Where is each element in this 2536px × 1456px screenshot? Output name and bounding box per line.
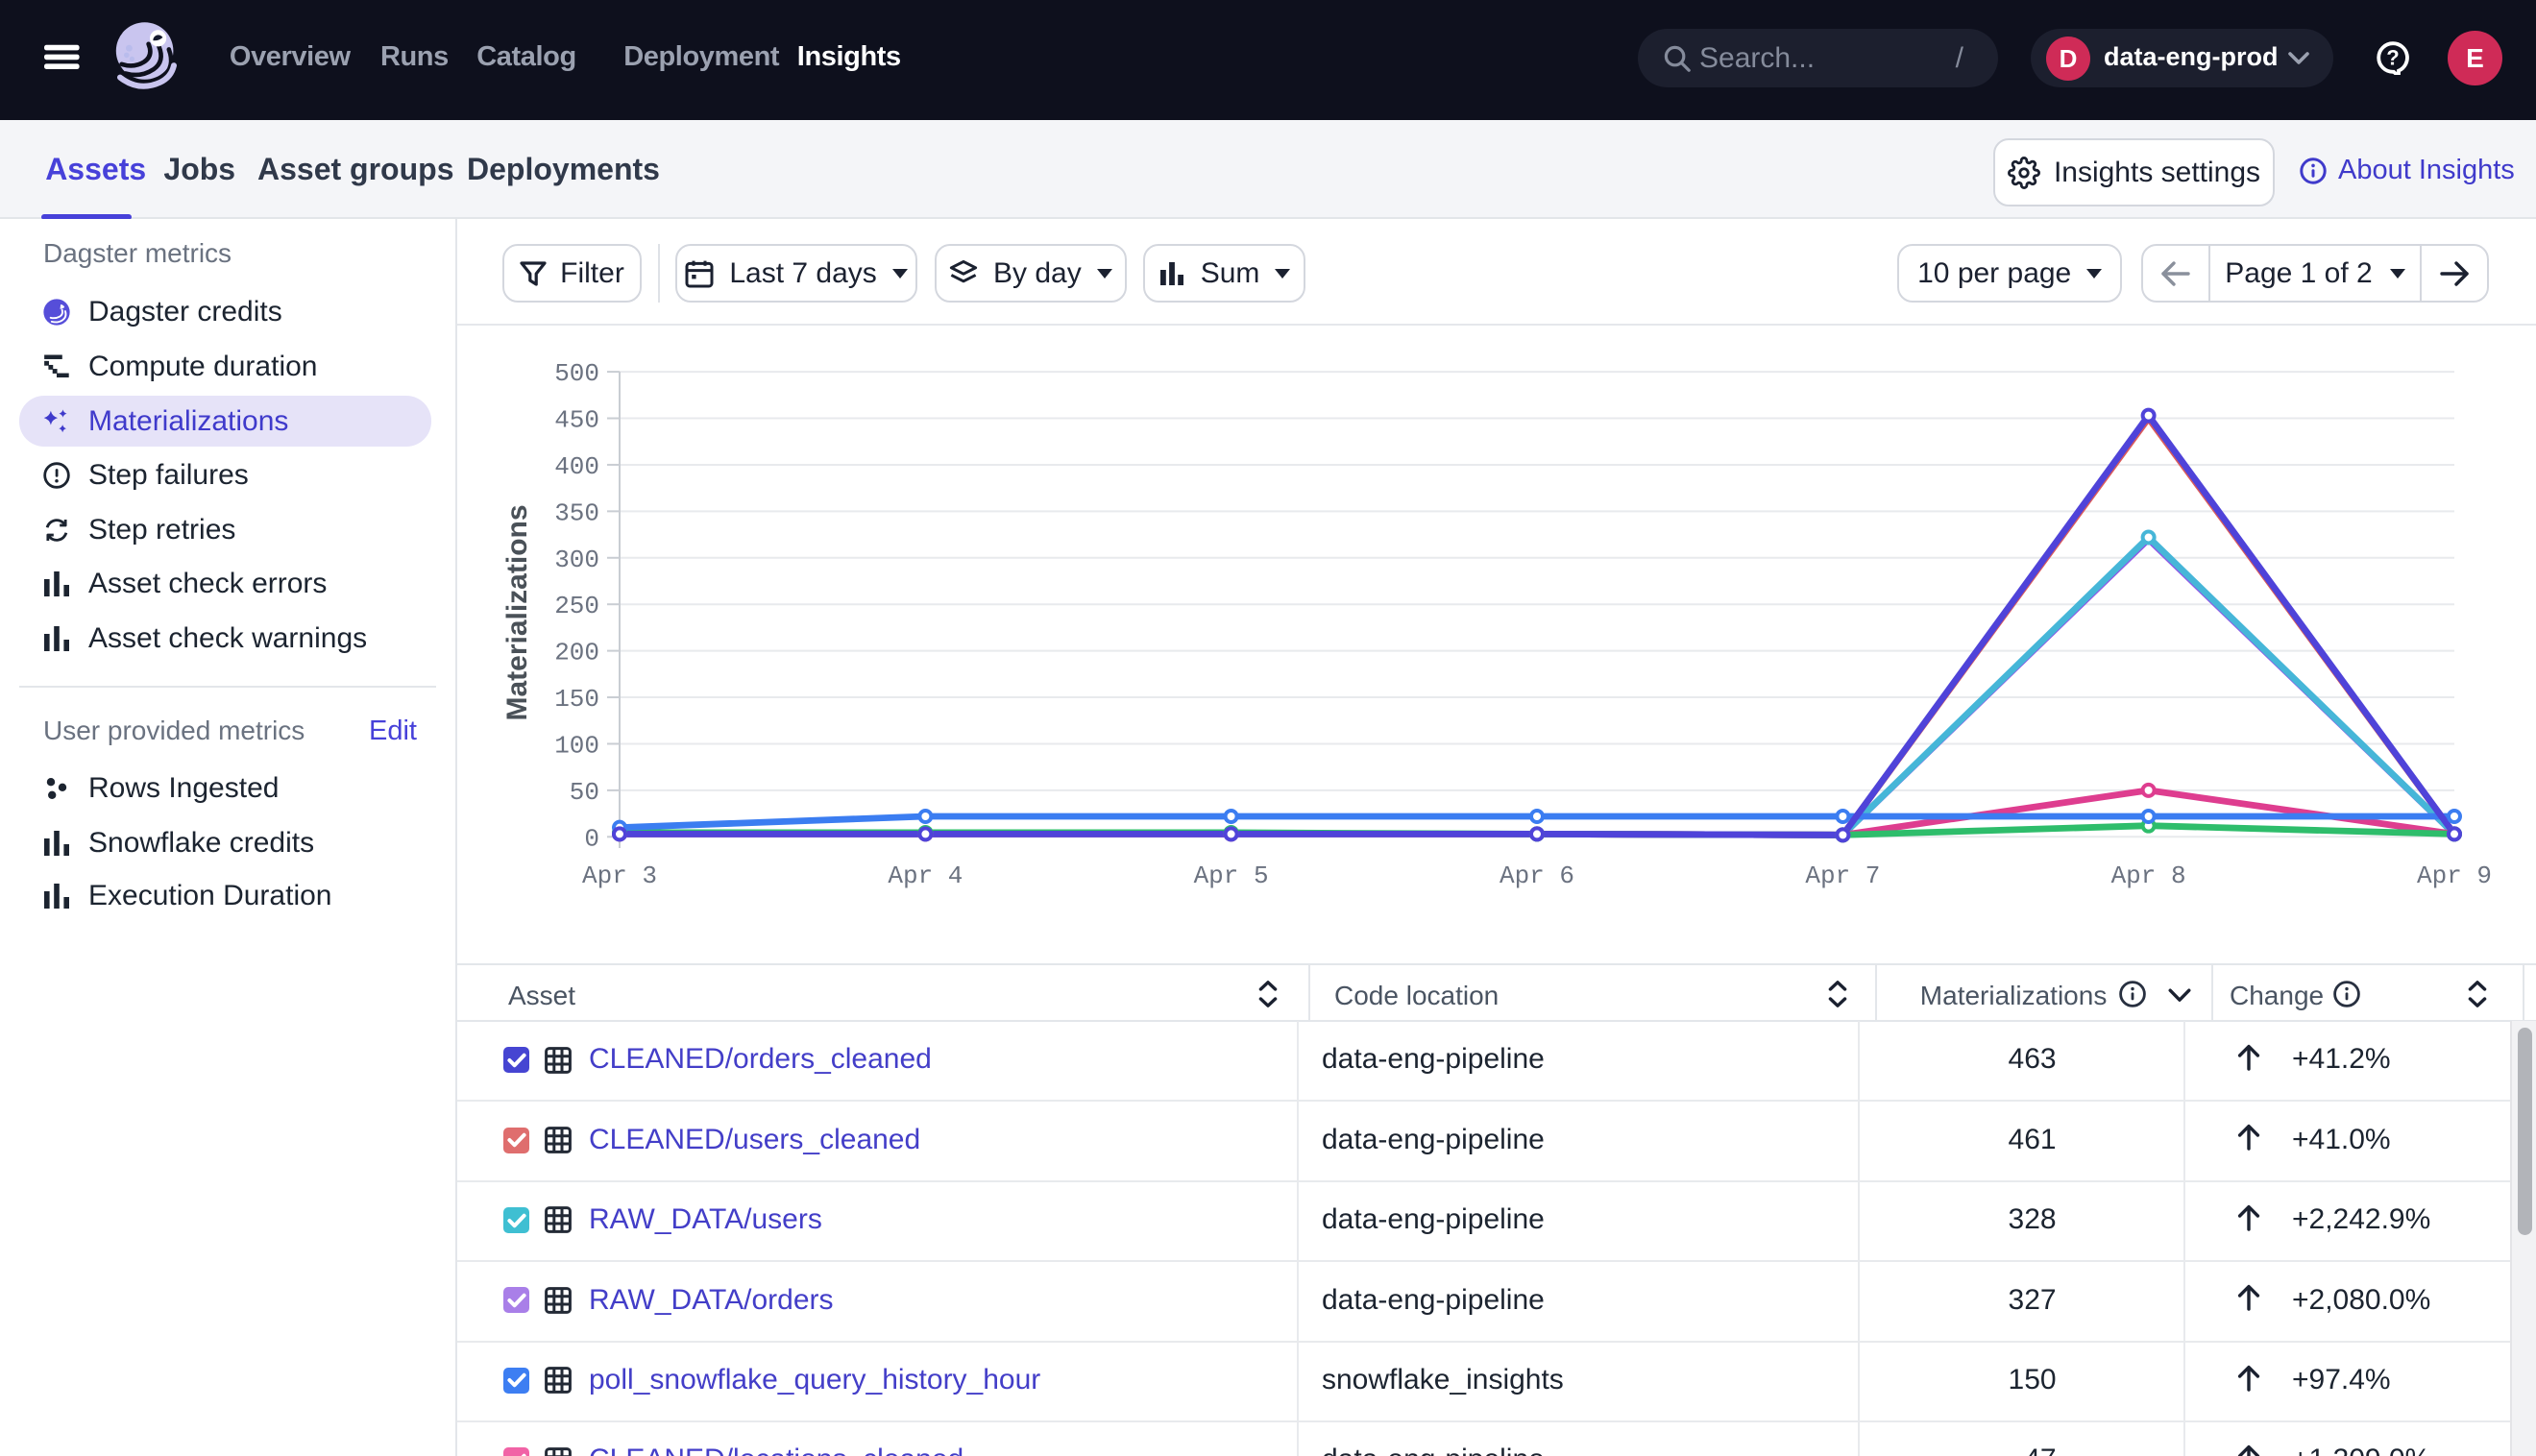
svg-text:400: 400 [554, 452, 599, 481]
svg-text:250: 250 [554, 592, 599, 620]
svg-text:350: 350 [554, 498, 599, 527]
svg-text:Apr 9: Apr 9 [2417, 861, 2492, 890]
svg-text:500: 500 [554, 359, 599, 388]
svg-text:Apr 7: Apr 7 [1805, 861, 1880, 890]
svg-text:150: 150 [554, 685, 599, 714]
svg-text:300: 300 [554, 546, 599, 574]
svg-text:Apr 4: Apr 4 [888, 861, 963, 890]
svg-text:200: 200 [554, 639, 599, 667]
svg-text:Materializations: Materializations [501, 504, 533, 720]
svg-text:Apr 5: Apr 5 [1194, 861, 1269, 890]
svg-text:Apr 6: Apr 6 [1500, 861, 1574, 890]
svg-text:Apr 3: Apr 3 [582, 861, 657, 890]
svg-text:50: 50 [570, 778, 599, 807]
svg-text:?: ? [2386, 46, 2399, 70]
svg-text:100: 100 [554, 731, 599, 760]
svg-text:450: 450 [554, 406, 599, 435]
svg-text:0: 0 [584, 824, 599, 853]
svg-text:Apr 8: Apr 8 [2111, 861, 2186, 890]
